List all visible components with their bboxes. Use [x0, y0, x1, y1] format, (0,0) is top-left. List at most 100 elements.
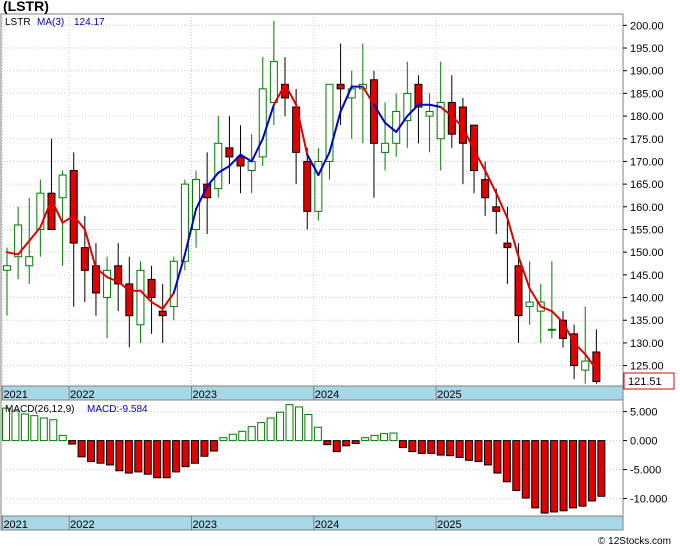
- macd-bar: [134, 440, 143, 473]
- macd-tick-label: 0.000: [630, 436, 658, 448]
- macd-bar: [143, 440, 152, 475]
- macd-bar: [247, 426, 256, 442]
- macd-bar: [474, 440, 483, 462]
- macd-bar: [58, 434, 67, 442]
- macd-bar: [77, 440, 86, 458]
- macd-bar: [436, 440, 445, 456]
- stock-chart: 125.00 130.00 135.00 140.00 145.00 150.00 155.…: [0, 0, 675, 546]
- macd-bar: [446, 440, 455, 457]
- candle-body: [258, 88, 267, 158]
- macd-date-label: 2024: [315, 519, 339, 531]
- macd-bar: [181, 440, 190, 468]
- macd-bar: [30, 415, 39, 442]
- candle-body: [369, 79, 378, 144]
- macd-bar: [172, 440, 181, 473]
- price-tick-label: 125.00: [630, 361, 664, 373]
- price-tick-label: 175.00: [630, 134, 664, 146]
- legend-ma-value: 124.17: [74, 17, 105, 28]
- macd-bar: [257, 422, 266, 442]
- candle-body: [547, 328, 556, 331]
- candle-body: [503, 242, 512, 249]
- macd-bar: [153, 440, 162, 479]
- price-tick-label: 145.00: [630, 270, 664, 282]
- macd-bar: [502, 440, 511, 483]
- candle-body: [47, 192, 56, 230]
- macd-bar: [427, 440, 436, 454]
- candle-body: [25, 256, 34, 267]
- legend-ticker: LSTR: [5, 17, 31, 28]
- candle-body: [269, 61, 278, 103]
- price-tick-label: 155.00: [630, 224, 664, 236]
- watermark: © 12Stocks.com: [598, 536, 671, 546]
- macd-bar: [569, 440, 577, 509]
- price-date-label: 2025: [437, 389, 461, 401]
- macd-bar: [417, 440, 426, 454]
- macd-bar: [332, 440, 341, 453]
- macd-date-label: 2023: [192, 519, 216, 531]
- macd-bar: [531, 440, 540, 509]
- macd-date-label: 2022: [70, 519, 94, 531]
- macd-bar: [380, 433, 388, 442]
- macd-date-label: 2021: [3, 519, 27, 531]
- price-tick-label: 180.00: [630, 111, 664, 123]
- macd-bar: [493, 440, 502, 474]
- price-date-label: 2023: [192, 389, 216, 401]
- candle-body: [425, 111, 434, 117]
- candle-body: [414, 83, 423, 108]
- price-panel: [0, 13, 624, 387]
- last-price-tag: 121.51: [628, 376, 662, 388]
- macd-bar: [228, 433, 237, 442]
- price-tick-label: 190.00: [630, 66, 664, 78]
- price-tick-label: 160.00: [630, 202, 664, 214]
- price-y-axis: 125.00 130.00 135.00 140.00 145.00 150.00 155.…: [623, 20, 664, 373]
- macd-bar: [39, 417, 48, 442]
- macd-bar: [200, 440, 209, 457]
- macd-tick-label: -5.000: [630, 465, 661, 477]
- macd-bar: [313, 426, 322, 442]
- macd-bar: [219, 437, 228, 442]
- candle-body: [158, 310, 167, 317]
- candle-body: [80, 247, 89, 271]
- candle-body: [147, 278, 156, 299]
- price-tick-label: 170.00: [630, 156, 664, 168]
- macd-bar: [238, 430, 247, 442]
- macd-bar: [105, 440, 114, 466]
- macd-bar: [361, 437, 370, 442]
- candle-body: [336, 83, 345, 90]
- macd-bar: [559, 440, 568, 512]
- macd-bar: [465, 440, 474, 461]
- price-tick-label: 195.00: [630, 43, 664, 55]
- macd-bar: [124, 440, 133, 474]
- macd-bar: [87, 440, 96, 462]
- candle-body: [3, 265, 11, 271]
- macd-bar: [550, 440, 559, 513]
- price-date-label: 2024: [315, 389, 339, 401]
- macd-bar: [20, 413, 29, 442]
- price-date-label: 2022: [70, 389, 94, 401]
- macd-bar: [276, 411, 285, 442]
- macd-bar: [370, 434, 379, 442]
- macd-bar: [191, 440, 199, 464]
- macd-bar: [398, 440, 407, 449]
- candle-body: [36, 192, 45, 230]
- candle-body: [381, 142, 390, 153]
- price-tick-label: 140.00: [630, 293, 664, 305]
- macd-bar: [408, 440, 417, 453]
- candle-body: [581, 360, 590, 371]
- macd-date-label: 2025: [437, 519, 461, 531]
- macd-bar: [49, 419, 58, 442]
- macd-bar: [389, 432, 398, 442]
- macd-bar: [540, 440, 549, 514]
- legend-ma-label: MA(3): [37, 17, 64, 28]
- macd-tick-label: 5.000: [630, 407, 658, 419]
- macd-bar: [512, 440, 521, 491]
- macd-bar: [587, 440, 596, 502]
- price-tick-label: 130.00: [630, 338, 664, 350]
- chart-stage: 125.00 130.00 135.00 140.00 145.00 150.00 155.…: [0, 0, 680, 546]
- legend-macd-value: MACD:-9.584: [87, 404, 148, 415]
- candle-body: [303, 160, 312, 212]
- macd-tick-label: -10.000: [630, 494, 667, 506]
- price-tick-label: 165.00: [630, 179, 664, 191]
- candle-body: [481, 179, 490, 199]
- macd-bar: [455, 440, 464, 458]
